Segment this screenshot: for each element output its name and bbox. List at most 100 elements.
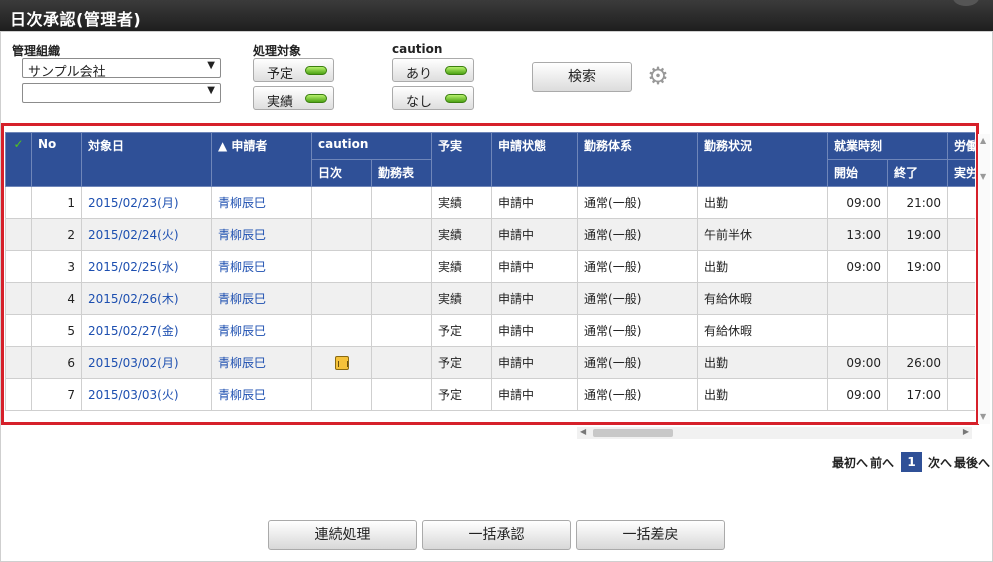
col-header-work-status[interactable]: 勤務状況: [697, 132, 829, 187]
gear-icon[interactable]: ⚙: [646, 64, 670, 88]
cell-labor: [947, 218, 975, 251]
cell-labor: [947, 250, 975, 283]
caution-yes-toggle[interactable]: あり: [392, 58, 474, 82]
col-header-date[interactable]: 対象日: [81, 132, 212, 187]
cell-applicant-link[interactable]: 青柳辰巳: [211, 218, 312, 251]
col-header-end[interactable]: 終了: [887, 159, 949, 187]
vertical-scrollbar[interactable]: ▲ ▼ ▼: [978, 134, 990, 424]
cell-date-link[interactable]: 2015/02/27(金): [81, 314, 212, 347]
cell-work-system: 通常(一般): [577, 218, 699, 251]
caution-label: caution: [392, 42, 443, 56]
bulk-approve-button[interactable]: 一括承認: [422, 520, 571, 550]
cell-caution-daily: [311, 218, 372, 251]
cell-work-status: 出勤: [697, 186, 829, 219]
col-header-caution-attendance[interactable]: 勤務表: [370, 159, 433, 187]
row-checkbox[interactable]: [5, 250, 32, 283]
corner-decoration: [953, 0, 979, 6]
target-plan-toggle[interactable]: 予定: [253, 58, 334, 82]
org-select[interactable]: サンプル会社 ▼: [22, 58, 221, 80]
cell-date-link[interactable]: 2015/03/02(月): [81, 346, 212, 379]
table-row[interactable]: 3 2015/02/25(水) 青柳辰巳 実績 申請中 通常(一般) 出勤 09…: [5, 250, 975, 283]
scroll-mid-icon[interactable]: ▼: [980, 172, 986, 181]
cell-date-link[interactable]: 2015/02/25(水): [81, 250, 212, 283]
cell-applicant-link[interactable]: 青柳辰巳: [211, 186, 312, 219]
org-label: 管理組織: [12, 44, 61, 58]
cell-no: 3: [31, 250, 82, 283]
row-checkbox[interactable]: [5, 282, 32, 315]
bulk-reject-button[interactable]: 一括差戻: [576, 520, 725, 550]
cell-applicant-link[interactable]: 青柳辰巳: [211, 314, 312, 347]
approval-table: ✓ No 対象日 ▲ 申請者 caution 予実 申請状態 勤務体系 勤務状況…: [5, 132, 975, 411]
table-row[interactable]: 5 2015/02/27(金) 青柳辰巳 予定 申請中 通常(一般) 有給休暇: [5, 314, 975, 347]
cell-work-status: 出勤: [697, 346, 829, 379]
cell-end: [887, 282, 949, 315]
title-bar: 日次承認(管理者): [0, 0, 993, 31]
col-header-work-system[interactable]: 勤務体系: [577, 132, 699, 187]
cell-date-link[interactable]: 2015/02/24(火): [81, 218, 212, 251]
target-actual-label: 実績: [267, 95, 294, 110]
row-checkbox[interactable]: [5, 218, 32, 251]
cell-no: 1: [31, 186, 82, 219]
cell-applicant-link[interactable]: 青柳辰巳: [211, 250, 312, 283]
cell-end: 21:00: [887, 186, 949, 219]
cell-work-system: 通常(一般): [577, 282, 699, 315]
cell-date-link[interactable]: 2015/02/26(木): [81, 282, 212, 315]
cell-end: [887, 314, 949, 347]
pager-last-link[interactable]: 最後へ: [954, 454, 990, 471]
scroll-up-icon[interactable]: ▲: [980, 136, 986, 145]
pager-next-link[interactable]: 次へ: [928, 454, 952, 471]
cell-applicant-link[interactable]: 青柳辰巳: [211, 346, 312, 379]
col-header-start[interactable]: 開始: [827, 159, 889, 187]
scroll-left-icon[interactable]: ◀: [580, 427, 586, 436]
cell-no: 4: [31, 282, 82, 315]
pager-prev-link[interactable]: 前へ: [870, 454, 894, 471]
cell-caution-attendance: [370, 186, 433, 219]
col-header-labor-actual[interactable]: 実労: [947, 159, 975, 187]
scroll-thumb[interactable]: [593, 429, 673, 437]
col-header-work-time: 就業時刻: [827, 132, 949, 160]
cell-work-system: 通常(一般): [577, 378, 699, 411]
row-checkbox[interactable]: [5, 346, 32, 379]
horizontal-scrollbar[interactable]: ◀ ▶: [577, 427, 972, 439]
cell-start: 09:00: [827, 378, 889, 411]
cell-labor: [947, 314, 975, 347]
cell-date-link[interactable]: 2015/02/23(月): [81, 186, 212, 219]
pager-current-page[interactable]: 1: [901, 452, 922, 472]
cell-start: 13:00: [827, 218, 889, 251]
col-header-plan-actual[interactable]: 予実: [431, 132, 493, 187]
table-row[interactable]: 6 2015/03/02(月) 青柳辰巳 予定 申請中 通常(一般) 出勤 09…: [5, 346, 975, 379]
table-row[interactable]: 1 2015/02/23(月) 青柳辰巳 実績 申請中 通常(一般) 出勤 09…: [5, 186, 975, 219]
chevron-down-icon: ▼: [207, 85, 215, 96]
scroll-right-icon[interactable]: ▶: [963, 427, 969, 436]
cell-end: 19:00: [887, 218, 949, 251]
col-header-applicant[interactable]: ▲ 申請者: [211, 132, 312, 187]
select-all-checkbox[interactable]: ✓: [5, 132, 32, 187]
target-actual-toggle[interactable]: 実績: [253, 86, 334, 110]
cell-caution-attendance: [370, 378, 433, 411]
row-checkbox[interactable]: [5, 186, 32, 219]
cell-end: 17:00: [887, 378, 949, 411]
cell-caution-attendance: [370, 314, 433, 347]
row-checkbox[interactable]: [5, 314, 32, 347]
table-row[interactable]: 2 2015/02/24(火) 青柳辰巳 実績 申請中 通常(一般) 午前半休 …: [5, 218, 975, 251]
cell-status: 申請中: [491, 282, 579, 315]
cell-end: 19:00: [887, 250, 949, 283]
col-header-caution-daily[interactable]: 日次: [311, 159, 372, 187]
org-sub-select[interactable]: ▼: [22, 83, 221, 103]
search-button[interactable]: 検索: [532, 62, 632, 92]
continuous-process-button[interactable]: 連続処理: [268, 520, 417, 550]
table-row[interactable]: 7 2015/03/03(火) 青柳辰巳 予定 申請中 通常(一般) 出勤 09…: [5, 378, 975, 411]
cell-date-link[interactable]: 2015/03/03(火): [81, 378, 212, 411]
scroll-down-icon[interactable]: ▼: [980, 412, 986, 421]
pager-first-link[interactable]: 最初へ: [832, 454, 868, 471]
calendar-warning-icon[interactable]: [334, 355, 349, 370]
cell-no: 5: [31, 314, 82, 347]
col-header-no[interactable]: No: [31, 132, 82, 187]
cell-applicant-link[interactable]: 青柳辰巳: [211, 282, 312, 315]
row-checkbox[interactable]: [5, 378, 32, 411]
col-header-status[interactable]: 申請状態: [491, 132, 579, 187]
table-row[interactable]: 4 2015/02/26(木) 青柳辰巳 実績 申請中 通常(一般) 有給休暇: [5, 282, 975, 315]
approval-grid: ✓ No 対象日 ▲ 申請者 caution 予実 申請状態 勤務体系 勤務状況…: [5, 132, 975, 413]
cell-applicant-link[interactable]: 青柳辰巳: [211, 378, 312, 411]
caution-no-toggle[interactable]: なし: [392, 86, 474, 110]
